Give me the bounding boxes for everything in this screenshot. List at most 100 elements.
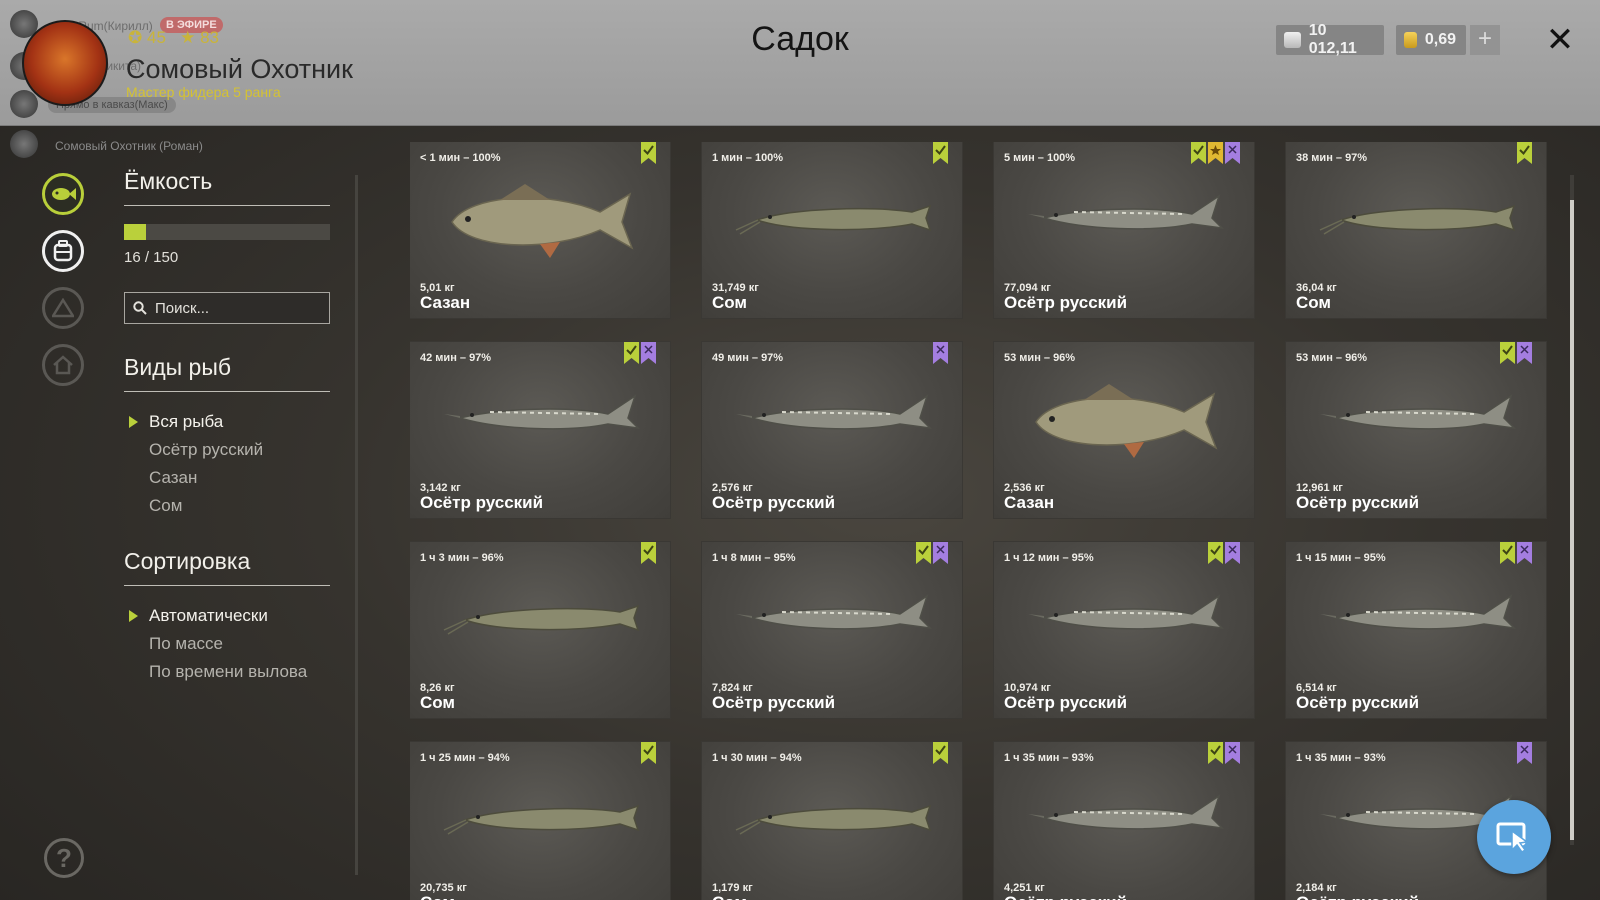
fish-card[interactable]: 1 ч 8 мин – 95% 7,824 кг Осётр русский: [702, 542, 962, 718]
species-item-carp[interactable]: Сазан: [124, 464, 330, 492]
gold-currency[interactable]: 0,69: [1396, 25, 1466, 55]
silver-coin-icon: [1284, 32, 1301, 48]
capacity-fill: [124, 224, 146, 240]
fish-badges: [1517, 142, 1532, 164]
fish-card[interactable]: 38 мин – 97% 36,04 кг Сом: [1286, 142, 1546, 318]
green-bookmark-icon: [1517, 142, 1532, 164]
fish-catch-time: 5 мин – 100%: [1004, 152, 1076, 164]
green-bookmark-icon: [641, 142, 656, 164]
fish-badges: [933, 742, 948, 764]
backpack-icon[interactable]: [42, 230, 84, 272]
fish-badges: [1208, 742, 1240, 764]
player-rank: Мастер фидера 5 ранга: [126, 84, 281, 100]
green-bookmark-icon: [641, 542, 656, 564]
sort-title: Сортировка: [124, 548, 330, 586]
fish-name: Осётр русский: [712, 493, 836, 512]
sort-item-auto[interactable]: Автоматически: [124, 602, 330, 630]
fish-badges: [1500, 542, 1532, 564]
close-button[interactable]: ✕: [1540, 20, 1580, 60]
gold-coin-icon: [1404, 32, 1417, 48]
fish-badges: [916, 542, 948, 564]
fish-name: Осётр русский: [1004, 293, 1128, 312]
add-currency-button[interactable]: +: [1470, 25, 1500, 55]
green-bookmark-icon: [1208, 542, 1223, 564]
help-button[interactable]: ?: [44, 838, 84, 878]
search-input[interactable]: [155, 299, 325, 317]
purple-bookmark-icon: [1517, 542, 1532, 564]
sort-item-weight[interactable]: По массе: [124, 630, 330, 658]
fish-card[interactable]: 42 мин – 97% 3,142 кг Осётр русский: [410, 342, 670, 518]
filter-panel: Ёмкость 16 / 150 Виды рыб Вся рыба Осётр…: [124, 168, 330, 686]
green-bookmark-icon: [1191, 142, 1206, 164]
purple-bookmark-icon: [641, 342, 656, 364]
fish-name: Сом: [420, 893, 455, 900]
fish-card[interactable]: 49 мин – 97% 2,576 кг Осётр русский: [702, 342, 962, 518]
cursor-mode-button[interactable]: [1477, 800, 1551, 874]
green-bookmark-icon: [933, 742, 948, 764]
fish-catch-time: 1 мин – 100%: [712, 152, 784, 164]
purple-bookmark-icon: [933, 342, 948, 364]
green-bookmark-icon: [933, 142, 948, 164]
fish-card[interactable]: 1 ч 3 мин – 96% 8,26 кг Сом: [410, 542, 670, 718]
purple-bookmark-icon: [1225, 542, 1240, 564]
silver-currency[interactable]: 10 012,11: [1276, 22, 1384, 57]
fish-card[interactable]: 1 ч 12 мин – 95% 10,974 кг Осётр русский: [994, 542, 1254, 718]
fish-badges: [641, 542, 656, 564]
fish-catch-time: 49 мин – 97%: [712, 352, 784, 364]
species-item-sturgeon[interactable]: Осётр русский: [124, 436, 330, 464]
fish-badges: [1208, 542, 1240, 564]
fish-card[interactable]: 53 мин – 96% 12,961 кг Осётр русский: [1286, 342, 1546, 518]
player-avatar[interactable]: [22, 20, 108, 106]
fish-catch-time: 1 ч 8 мин – 95%: [712, 552, 796, 564]
species-item-all[interactable]: Вся рыба: [124, 408, 330, 436]
green-bookmark-icon: [1208, 742, 1223, 764]
fish-badges: [641, 742, 656, 764]
green-bookmark-icon: [1500, 342, 1515, 364]
sort-item-time[interactable]: По времени вылова: [124, 658, 330, 686]
fish-name: Осётр русский: [1004, 893, 1127, 900]
fish-catch-time: 1 ч 12 мин – 95%: [1004, 552, 1094, 564]
fish-name: Сом: [712, 293, 748, 312]
purple-bookmark-icon: [1517, 742, 1532, 764]
silver-amount: 10 012,11: [1308, 22, 1357, 57]
fish-card[interactable]: 53 мин – 96% 2,536 кг Сазан: [994, 342, 1254, 518]
purple-bookmark-icon: [933, 542, 948, 564]
fish-card[interactable]: 1 ч 15 мин – 95% 6,514 кг Осётр русский: [1286, 542, 1546, 718]
star-icon: ★: [180, 28, 196, 47]
player-stars: 83: [200, 28, 219, 47]
capacity-title: Ёмкость: [124, 168, 330, 206]
green-bookmark-icon: [624, 342, 639, 364]
top-bar: Садок 10 012,11 0,69 + ✕ arukRum(Кирилл)…: [0, 0, 1600, 126]
fish-card[interactable]: 1 ч 25 мин – 94%20,735 кгСом: [410, 742, 670, 900]
search-box[interactable]: [124, 292, 330, 324]
cursor-icon: [1496, 822, 1529, 853]
species-item-catfish[interactable]: Сом: [124, 492, 330, 520]
fish-keepnet-icon[interactable]: [42, 173, 84, 215]
fish-catch-time: 1 ч 35 мин – 93%: [1296, 752, 1386, 764]
fish-catch-time: 1 ч 15 мин – 95%: [1296, 552, 1386, 564]
fish-catch-time: 1 ч 30 мин – 94%: [712, 752, 802, 764]
camp-icon[interactable]: [42, 287, 84, 329]
fish-grid: < 1 мин – 100% 5,01 кг Сазан 1 мин – 100% 31…: [410, 142, 1548, 900]
panel-scrollbar[interactable]: [355, 175, 358, 875]
purple-bookmark-icon: [1225, 742, 1240, 764]
gold-amount: 0,69: [1424, 31, 1456, 48]
fish-name: Осётр русский: [1296, 893, 1419, 900]
home-icon[interactable]: [42, 344, 84, 386]
viewer-avatar-icon: [10, 130, 38, 158]
fish-card[interactable]: 5 мин – 100% 77,094 кг Осётр русский: [994, 142, 1254, 318]
star-bookmark-icon: [1208, 142, 1223, 164]
purple-bookmark-icon: [1225, 142, 1240, 164]
level-icon: ✪: [128, 28, 143, 47]
fish-catch-time: 53 мин – 96%: [1296, 352, 1368, 364]
fish-card[interactable]: 1 мин – 100% 31,749 кг Сом: [702, 142, 962, 318]
fish-card[interactable]: < 1 мин – 100% 5,01 кг Сазан: [410, 142, 670, 318]
fish-name: Сом: [420, 693, 456, 712]
fish-catch-time: 1 ч 3 мин – 96%: [420, 552, 504, 564]
grid-scrollbar-thumb[interactable]: [1570, 200, 1574, 840]
player-level: 45: [146, 28, 166, 47]
fish-card[interactable]: 1 ч 35 мин – 93%4,251 кгОсётр русский: [994, 742, 1254, 900]
fish-badges: [1517, 742, 1532, 764]
fish-card[interactable]: 1 ч 30 мин – 94%1,179 кгСом: [702, 742, 962, 900]
species-list: Вся рыба Осётр русский Сазан Сом: [124, 408, 330, 520]
